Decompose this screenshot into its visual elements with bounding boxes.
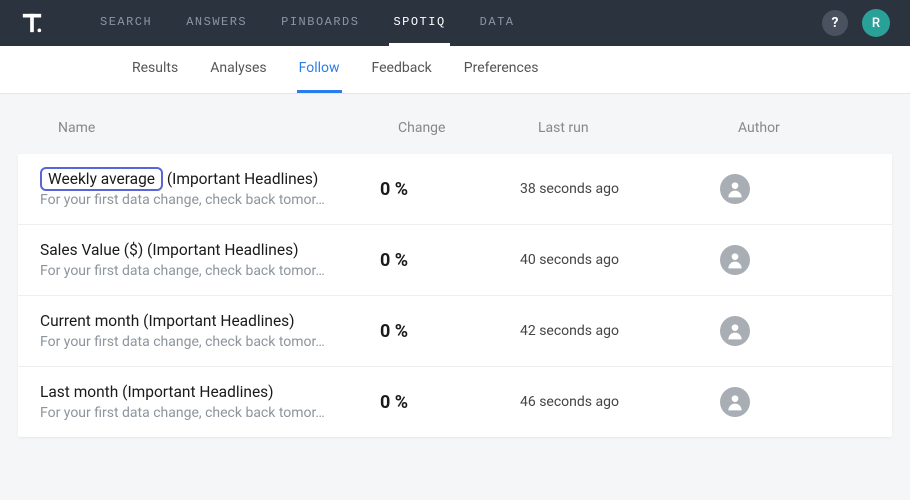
row-subtitle: For your first data change, check back t… <box>40 263 370 279</box>
highlighted-text: Weekly average <box>40 167 163 191</box>
author-avatar-icon <box>720 387 750 417</box>
row-author <box>720 245 800 275</box>
top-nav: SEARCH ANSWERS PINBOARDS SPOTIQ DATA ? R <box>0 0 910 46</box>
header-name: Name <box>58 120 398 136</box>
author-avatar-icon <box>720 174 750 204</box>
nav-data[interactable]: DATA <box>476 1 519 46</box>
row-change: 0 % <box>380 321 520 342</box>
row-lastrun: 42 seconds ago <box>520 323 720 339</box>
table-row[interactable]: Current month (Important Headlines) For … <box>18 296 892 367</box>
row-lastrun: 38 seconds ago <box>520 181 720 197</box>
user-avatar[interactable]: R <box>862 9 890 37</box>
row-author <box>720 174 800 204</box>
sub-nav: Results Analyses Follow Feedback Prefere… <box>0 46 910 94</box>
row-lastrun: 46 seconds ago <box>520 394 720 410</box>
row-author <box>720 316 800 346</box>
tab-results[interactable]: Results <box>130 46 180 93</box>
tab-feedback[interactable]: Feedback <box>370 46 434 93</box>
row-author <box>720 387 800 417</box>
content-area: Name Change Last run Author Weekly avera… <box>0 94 910 437</box>
tab-preferences[interactable]: Preferences <box>462 46 541 93</box>
row-change: 0 % <box>380 392 520 413</box>
tab-analyses[interactable]: Analyses <box>208 46 268 93</box>
row-change: 0 % <box>380 179 520 200</box>
row-title-rest: (Important Headlines) <box>163 170 318 188</box>
nav-spotiq[interactable]: SPOTIQ <box>389 1 449 46</box>
row-title: Sales Value ($) (Important Headlines) <box>40 241 380 259</box>
row-subtitle: For your first data change, check back t… <box>40 405 370 421</box>
nav-search[interactable]: SEARCH <box>96 1 156 46</box>
row-title: Weekly average (Important Headlines) <box>40 170 380 188</box>
header-change: Change <box>398 120 538 136</box>
table-row[interactable]: Last month (Important Headlines) For you… <box>18 367 892 437</box>
top-nav-right: ? R <box>822 9 890 37</box>
row-subtitle: For your first data change, check back t… <box>40 334 370 350</box>
header-author: Author <box>738 120 818 136</box>
nav-pinboards[interactable]: PINBOARDS <box>277 1 363 46</box>
tab-follow[interactable]: Follow <box>297 46 342 93</box>
row-lastrun: 40 seconds ago <box>520 252 720 268</box>
header-lastrun: Last run <box>538 120 738 136</box>
author-avatar-icon <box>720 316 750 346</box>
app-logo[interactable] <box>20 11 44 35</box>
table-row[interactable]: Sales Value ($) (Important Headlines) Fo… <box>18 225 892 296</box>
row-change: 0 % <box>380 250 520 271</box>
row-title: Last month (Important Headlines) <box>40 383 380 401</box>
row-subtitle: For your first data change, check back t… <box>40 192 370 208</box>
author-avatar-icon <box>720 245 750 275</box>
table-row[interactable]: Weekly average (Important Headlines) For… <box>18 154 892 225</box>
top-nav-items: SEARCH ANSWERS PINBOARDS SPOTIQ DATA <box>96 1 518 46</box>
help-icon[interactable]: ? <box>822 10 848 36</box>
top-nav-left: SEARCH ANSWERS PINBOARDS SPOTIQ DATA <box>20 1 518 46</box>
table-body: Weekly average (Important Headlines) For… <box>18 154 892 437</box>
table-header: Name Change Last run Author <box>18 94 892 154</box>
nav-answers[interactable]: ANSWERS <box>182 1 251 46</box>
row-title: Current month (Important Headlines) <box>40 312 380 330</box>
